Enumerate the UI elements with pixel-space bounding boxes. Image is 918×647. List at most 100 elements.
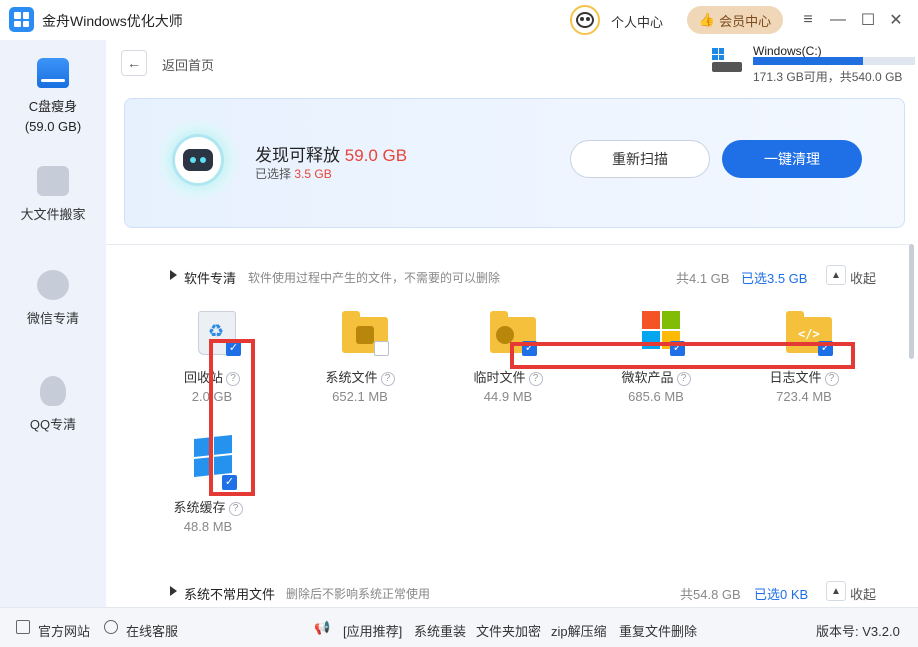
thumbs-up-icon: 👍 <box>698 12 716 27</box>
scan-summary-card: 发现可释放 59.0 GB 已选择 3.5 GB 重新扫描 一键清理 <box>124 98 905 228</box>
footer-link-duplicate[interactable]: 重复文件删除 <box>619 621 697 640</box>
collapse-link[interactable]: 收起 <box>850 268 876 287</box>
maximize-button[interactable]: ☐ <box>858 10 878 30</box>
sidebar-item-label: 大文件搬家 <box>20 207 86 222</box>
list-item-log-files[interactable]: </> ✓ 日志文件? 723.4 MB <box>754 311 854 411</box>
avatar[interactable] <box>570 5 600 35</box>
drive-info: 171.3 GB可用，共540.0 GB <box>753 70 903 84</box>
sidebar-item-label: QQ专清 <box>29 417 77 432</box>
sidebar-item-label: C盘瘦身 <box>28 99 78 114</box>
section-title[interactable]: 系统不常用文件 <box>184 584 275 603</box>
menu-icon[interactable]: ≡ <box>798 10 818 30</box>
rescan-button[interactable]: 重新扫描 <box>570 140 710 178</box>
item-size: 685.6 MB <box>628 389 684 404</box>
footer: 官方网站 在线客服 📢 [应用推荐] 系统重装 文件夹加密 zip解压缩 重复文… <box>0 607 918 647</box>
one-click-clean-button[interactable]: 一键清理 <box>722 140 862 178</box>
checkbox[interactable]: ✓ <box>226 341 241 356</box>
globe-icon <box>16 620 30 634</box>
online-support-link[interactable]: 在线客服 <box>126 621 178 640</box>
qq-icon <box>40 376 66 406</box>
item-size: 723.4 MB <box>776 389 832 404</box>
drive-name: Windows(C:) <box>753 44 822 58</box>
close-button[interactable]: ✕ <box>886 10 906 30</box>
list-item-microsoft-products[interactable]: ✓ 微软产品? 685.6 MB <box>606 311 706 411</box>
section-selected: 已选3.5 GB <box>741 271 808 286</box>
official-website-link[interactable]: 官方网站 <box>38 621 90 640</box>
vip-center-button[interactable]: 👍 会员中心 <box>687 6 783 34</box>
checkbox[interactable]: ✓ <box>222 475 237 490</box>
selected-summary: 已选择 3.5 GB <box>255 165 332 182</box>
file-category-list: 软件专清 软件使用过程中产生的文件，不需要的可以删除 共4.1 GB 已选3.5… <box>106 244 910 607</box>
list-item-system-cache[interactable]: ✓ 系统缓存? 48.8 MB <box>158 435 258 537</box>
sidebar-item-large-files[interactable]: 大文件搬家 <box>0 166 106 223</box>
footer-link-folder-encrypt[interactable]: 文件夹加密 <box>476 621 541 640</box>
section-header-software: 软件专清 软件使用过程中产生的文件，不需要的可以删除 共4.1 GB 已选3.5… <box>106 265 910 287</box>
back-button[interactable]: ← <box>121 50 147 76</box>
help-icon[interactable]: ? <box>528 372 543 386</box>
item-name: 日志文件 <box>769 370 822 385</box>
headset-icon <box>104 620 118 634</box>
item-name: 系统缓存 <box>173 500 226 515</box>
drive-usage-fill <box>753 57 864 65</box>
item-size: 652.1 MB <box>332 389 388 404</box>
item-size: 48.8 MB <box>183 519 233 534</box>
item-name: 微软产品 <box>621 370 674 385</box>
app-title: 金舟Windows优化大师 <box>42 13 183 29</box>
help-icon[interactable]: ? <box>380 372 395 386</box>
item-name: 临时文件 <box>473 370 526 385</box>
selected-value: 3.5 GB <box>294 167 332 181</box>
item-name: 系统文件 <box>325 370 378 385</box>
megaphone-icon: 📢 <box>314 620 331 635</box>
robot-halo <box>157 119 239 201</box>
section-header-system-unused: 系统不常用文件 删除后不影响系统正常使用 共54.8 GB 已选0 KB ▲ 收… <box>106 581 910 603</box>
list-item-temp-files[interactable]: ✓ 临时文件? 44.9 MB <box>458 311 558 411</box>
releasable-title: 发现可释放 59.0 GB <box>255 141 407 166</box>
checkbox[interactable]: ✓ <box>670 341 685 356</box>
sidebar-item-c-drive[interactable]: C盘瘦身 (59.0 GB) <box>0 58 106 134</box>
drive-status: Windows(C:) 171.3 GB可用，共540.0 GB <box>712 44 915 84</box>
scrollbar[interactable] <box>909 244 914 359</box>
app-window: 金舟Windows优化大师 个人中心 👍 会员中心 ≡ — ☐ ✕ C盘瘦身 (… <box>0 0 918 647</box>
item-size: 2.0 GB <box>191 389 233 404</box>
checkbox[interactable]: ✓ <box>522 341 537 356</box>
section-total: 共4.1 GB <box>676 271 730 286</box>
collapse-link[interactable]: 收起 <box>850 584 876 603</box>
help-icon[interactable]: ? <box>676 372 691 386</box>
box-icon <box>37 166 69 196</box>
footer-link-app-recommend[interactable]: [应用推荐] <box>343 621 402 640</box>
section-selected: 已选0 KB <box>754 587 809 602</box>
version-label: 版本号: V3.2.0 <box>816 624 900 639</box>
checkbox[interactable]: ✓ <box>374 341 389 356</box>
caret-right-icon[interactable] <box>170 586 177 596</box>
footer-link-reinstall[interactable]: 系统重装 <box>414 621 466 640</box>
robot-icon <box>175 137 221 183</box>
section-title[interactable]: 软件专清 <box>184 268 236 287</box>
item-size: 44.9 MB <box>483 389 533 404</box>
back-home-link[interactable]: 返回首页 <box>162 55 214 74</box>
section-desc: 软件使用过程中产生的文件，不需要的可以删除 <box>248 271 501 285</box>
sidebar-item-sub: (59.0 GB) <box>24 119 82 134</box>
chevron-up-icon[interactable]: ▲ <box>826 581 846 601</box>
footer-link-zip[interactable]: zip解压缩 <box>551 621 607 640</box>
help-icon[interactable]: ? <box>824 372 839 386</box>
sidebar-item-wechat[interactable]: 微信专清 <box>0 270 106 327</box>
selected-label: 已选择 <box>255 167 295 181</box>
sidebar-item-label: 微信专清 <box>26 311 79 326</box>
caret-right-icon[interactable] <box>170 270 177 280</box>
releasable-value: 59.0 GB <box>344 146 408 165</box>
list-item-recycle-bin[interactable]: ✓ 回收站? 2.0 GB <box>162 311 262 411</box>
section-total: 共54.8 GB <box>680 587 741 602</box>
chevron-up-icon[interactable]: ▲ <box>826 265 846 285</box>
wechat-icon <box>37 270 69 300</box>
help-icon[interactable]: ? <box>228 502 243 516</box>
minimize-button[interactable]: — <box>828 10 848 30</box>
item-name: 回收站 <box>183 370 223 385</box>
help-icon[interactable]: ? <box>226 372 240 386</box>
sidebar-item-qq[interactable]: QQ专清 <box>0 376 106 433</box>
checkbox[interactable]: ✓ <box>818 341 833 356</box>
personal-center-link[interactable]: 个人中心 <box>611 12 663 31</box>
drive-icon <box>712 48 742 74</box>
sidebar: C盘瘦身 (59.0 GB) 大文件搬家 微信专清 QQ专清 <box>0 40 106 607</box>
app-logo-icon <box>9 7 34 32</box>
list-item-system-files[interactable]: ✓ 系统文件? 652.1 MB <box>310 311 410 411</box>
